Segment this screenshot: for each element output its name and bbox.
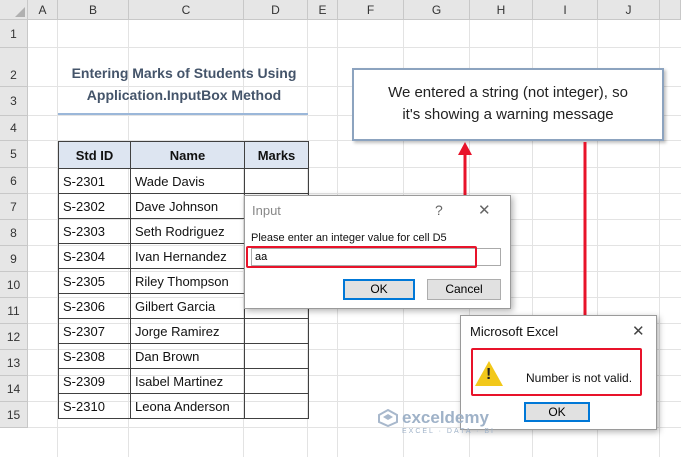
arrow-up-head: [458, 142, 472, 155]
cancel-button[interactable]: Cancel: [427, 279, 501, 300]
logo-brand: exceldemy: [402, 408, 489, 427]
input-highlight: [246, 246, 477, 268]
logo-icon: [378, 409, 398, 427]
ok-button[interactable]: OK: [343, 279, 415, 300]
exceldemy-logo: exceldemy EXCEL · DATA · BI: [378, 408, 495, 435]
spreadsheet: ABCDEFGHIJ 1 2 3 4 5 6 7 8 9 10 11 12 13 14 15 Enterin…: [0, 0, 681, 457]
logo-tagline: EXCEL · DATA · BI: [402, 428, 495, 435]
input-dialog-title: Input: [252, 203, 281, 218]
error-highlight: [471, 348, 642, 396]
error-dialog-title: Microsoft Excel: [470, 324, 559, 339]
close-icon[interactable]: ✕: [632, 322, 645, 340]
input-prompt: Please enter an integer value for cell D…: [251, 232, 447, 244]
close-icon[interactable]: ✕: [478, 201, 491, 219]
help-icon[interactable]: ?: [435, 202, 443, 218]
error-ok-button[interactable]: OK: [524, 402, 590, 422]
